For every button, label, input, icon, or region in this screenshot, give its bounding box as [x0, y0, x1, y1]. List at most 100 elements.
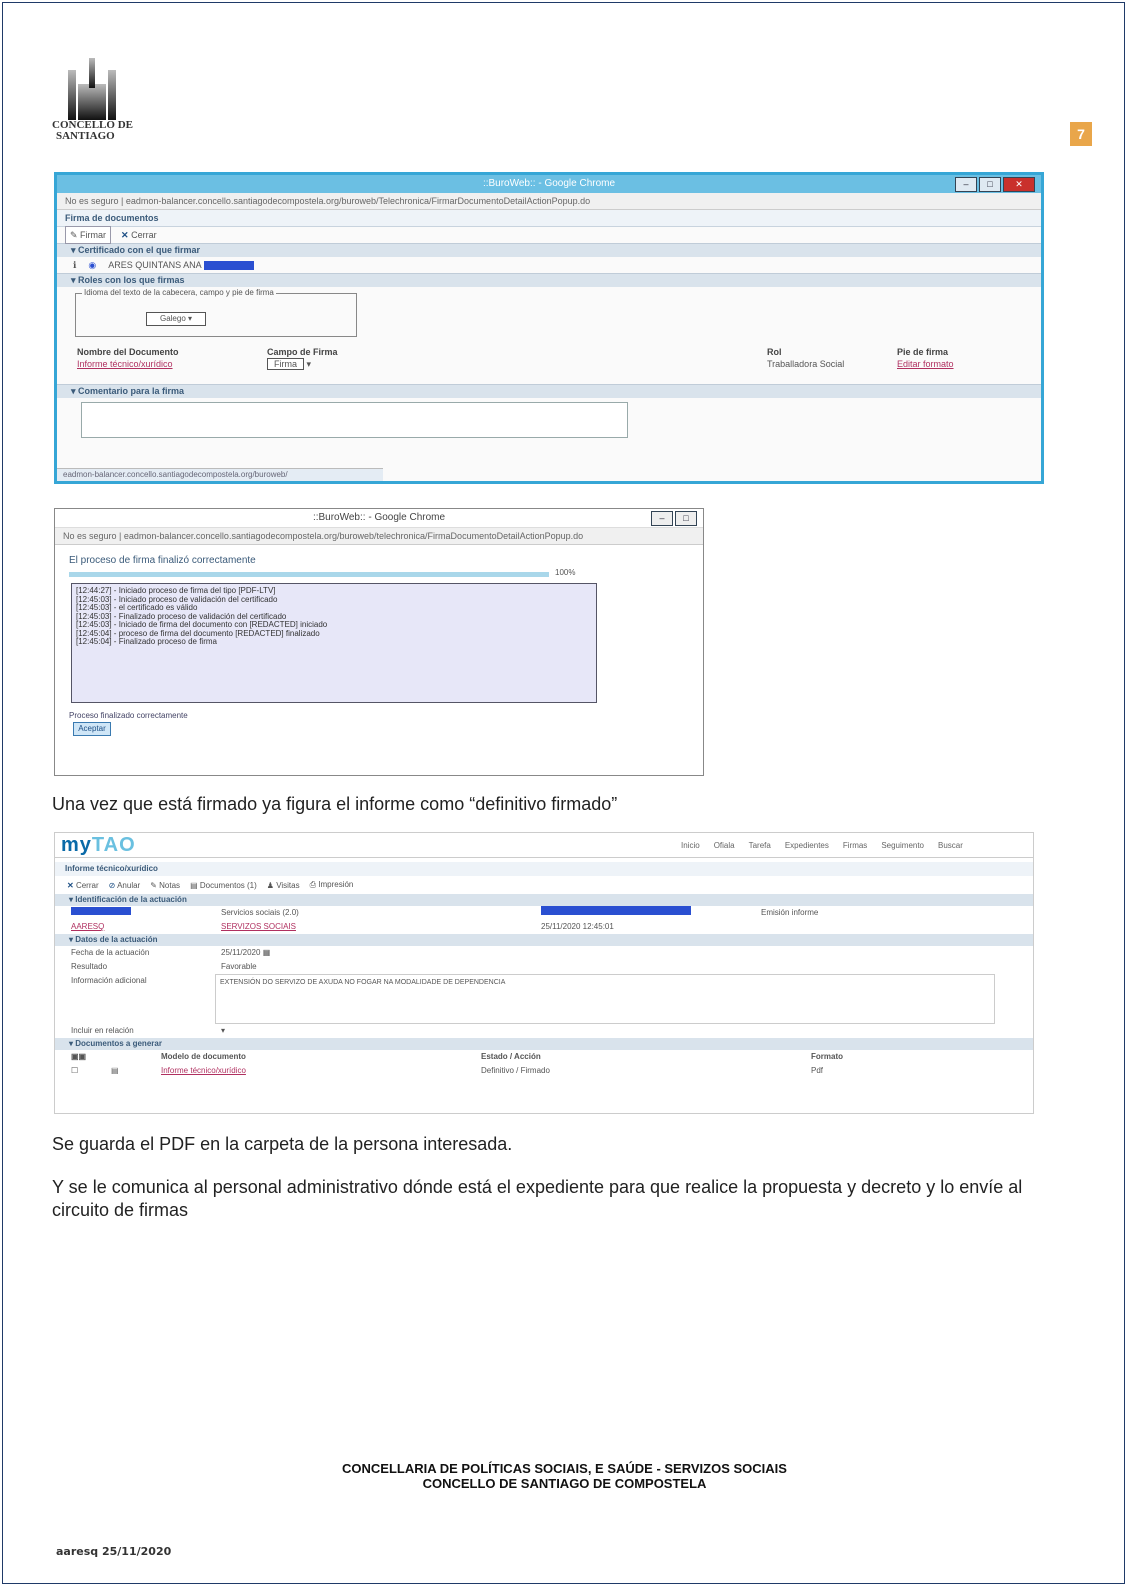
- menu-item[interactable]: Ofiala: [714, 841, 735, 850]
- relation-label: Incluir en relación: [71, 1026, 134, 1035]
- mytao-screenshot: myTAO Inicio Ofiala Tarefa Expedientes F…: [54, 832, 1034, 1114]
- tool-label: Visitas: [276, 880, 300, 890]
- signing-window-screenshot: ::BuroWeb:: - Google Chrome – □ ✕ No es …: [54, 172, 1044, 484]
- select-all-icon[interactable]: ▣▣: [71, 1050, 161, 1064]
- document-icon: ▤: [111, 1066, 119, 1075]
- visits-tool[interactable]: ♟ Visitas: [267, 881, 300, 890]
- menu-item[interactable]: Tarefa: [749, 841, 771, 850]
- signature-field-value: Firma: [267, 358, 304, 370]
- relation-select[interactable]: ▾: [221, 1024, 225, 1038]
- language-select[interactable]: Galego ▾: [146, 312, 206, 326]
- accept-button[interactable]: Aceptar: [73, 722, 111, 736]
- close-button[interactable]: ✕ Cerrar: [121, 227, 157, 243]
- row-checkbox[interactable]: ☐: [71, 1064, 111, 1078]
- redacted-cell: [71, 906, 221, 920]
- signature-field-select[interactable]: Firma ▾: [267, 358, 767, 370]
- certificate-radio[interactable]: ◉: [88, 257, 96, 273]
- section-roles-label: Roles con los que firmas: [78, 275, 185, 285]
- band-label: Identificación de la actuación: [75, 895, 187, 904]
- window-titlebar: ::BuroWeb:: - Google Chrome – □ ✕: [57, 175, 1041, 193]
- col-format: Formato: [811, 1052, 843, 1061]
- band-identification: ▾ Identificación de la actuación: [55, 894, 1033, 906]
- cancel-tool[interactable]: ⊘ Anular: [109, 881, 141, 890]
- log-line: [12:45:04] - Finalizado proceso de firma: [76, 637, 217, 646]
- tool-label: Cerrar: [75, 880, 99, 890]
- redaction-box: [71, 907, 131, 915]
- print-tool[interactable]: ⎙ Impresión: [310, 880, 354, 890]
- record-toolbar: ✕ Cerrar ⊘ Anular ✎ Notas ▤ Documentos (…: [55, 876, 1033, 894]
- calendar-icon[interactable]: ▦: [263, 948, 271, 957]
- field-row-result: Resultado Favorable: [55, 960, 1033, 974]
- dialog-toolbar: ✎ Firmar ✕ Cerrar: [57, 226, 1041, 244]
- table-row: ☐ ▤ Informe técnico/xurídico Definitivo …: [55, 1064, 1033, 1078]
- comment-textarea[interactable]: [81, 402, 628, 438]
- notes-tool[interactable]: ✎ Notas: [150, 881, 180, 890]
- process-ok-text: Proceso finalizado correctamente: [69, 711, 188, 720]
- doc-state: Definitivo / Firmado: [481, 1066, 550, 1075]
- mytao-logo: myTAO: [61, 834, 681, 857]
- user-link[interactable]: AARESQ: [71, 920, 221, 934]
- department-link[interactable]: SERVIZOS SOCIAIS: [221, 920, 541, 934]
- identification-row-2: AARESQ SERVIZOS SOCIAIS 25/11/2020 12:45…: [55, 920, 1033, 934]
- paragraph-signed: Una vez que está firmado ya figura el in…: [52, 794, 618, 814]
- redaction-box: [541, 906, 691, 915]
- document-link[interactable]: Informe técnico/xurídico: [77, 359, 267, 370]
- result-value: Favorable: [221, 962, 257, 971]
- top-menu: Inicio Ofiala Tarefa Expedientes Firmas …: [681, 841, 963, 850]
- menu-item[interactable]: Inicio: [681, 841, 700, 850]
- paragraph-notify-admin: Y se le comunica al personal administrat…: [52, 1177, 1023, 1220]
- info-textarea[interactable]: EXTENSIÓN DO SERVIZO DE AXUDA NO FOGAR N…: [215, 974, 995, 1024]
- col-role: Rol: [767, 347, 782, 357]
- col-signature-field: Campo de Firma: [267, 347, 338, 357]
- mytao-logo-b: TAO: [91, 833, 136, 856]
- close-tool[interactable]: ✕ Cerrar: [67, 881, 99, 890]
- sign-button[interactable]: ✎ Firmar: [65, 226, 112, 244]
- redacted-cell: [541, 906, 761, 920]
- documents-tool[interactable]: ▤ Documentos (1): [190, 881, 257, 890]
- minimize-icon[interactable]: –: [955, 177, 977, 192]
- menu-item[interactable]: Buscar: [938, 841, 963, 850]
- band-label: Datos de la actuación: [75, 935, 158, 944]
- sign-button-label: Firmar: [80, 230, 107, 240]
- doc-format: Pdf: [811, 1066, 824, 1075]
- certificate-row: ℹ ◉ ARES QUINTANS ANA: [57, 257, 1041, 273]
- tool-label: Notas: [159, 880, 181, 890]
- progress-bar: 100%: [69, 568, 575, 577]
- sign-complete-screenshot: ::BuroWeb:: - Google Chrome – □ No es se…: [54, 508, 704, 776]
- users-icon: ♟: [266, 880, 274, 890]
- field-row-date: Fecha de la actuación 25/11/2020 ▦: [55, 946, 1033, 960]
- col-model: Modelo de documento: [161, 1052, 246, 1061]
- paragraph-pdf-saved: Se guarda el PDF en la carpeta de la per…: [52, 1134, 513, 1154]
- window-titlebar-2: ::BuroWeb:: - Google Chrome – □: [55, 509, 703, 528]
- maximize-icon[interactable]: □: [675, 511, 697, 526]
- band-data: ▾ Datos de la actuación: [55, 934, 1033, 946]
- date-value: 25/11/2020: [221, 948, 261, 957]
- close-x-icon: ✕: [121, 230, 129, 240]
- section-comment-label: Comentario para la firma: [78, 386, 185, 396]
- author-date: aaresq 25/11/2020: [56, 1545, 172, 1558]
- close-button-label: Cerrar: [131, 230, 157, 240]
- close-icon[interactable]: ✕: [1003, 177, 1035, 192]
- maximize-icon[interactable]: □: [979, 177, 1001, 192]
- minimize-icon[interactable]: –: [651, 511, 673, 526]
- documents-header-row: ▣▣ Modelo de documento Estado / Acción F…: [55, 1050, 1033, 1064]
- address-bar-2[interactable]: No es seguro | eadmon-balancer.concello.…: [55, 528, 703, 545]
- concello-logo: CONCELLO DE SANTIAGO: [52, 50, 142, 142]
- timestamp: 25/11/2020 12:45:01: [541, 922, 614, 931]
- menu-item[interactable]: Expedientes: [785, 841, 829, 850]
- section-comment: ▾ Comentario para la firma: [57, 384, 1041, 398]
- service-value: Servicios sociais (2.0): [221, 908, 299, 917]
- doc-model-link[interactable]: Informe técnico/xurídico: [161, 1064, 481, 1078]
- record-title: Informe técnico/xurídico: [55, 862, 1033, 876]
- role-value: Traballadora Social: [767, 359, 845, 369]
- col-document-name: Nombre del Documento: [77, 347, 179, 357]
- menu-item[interactable]: Firmas: [843, 841, 867, 850]
- tool-label: Anular: [117, 880, 141, 890]
- address-bar[interactable]: No es seguro | eadmon-balancer.concello.…: [57, 193, 1041, 210]
- date-field[interactable]: 25/11/2020 ▦: [221, 946, 270, 960]
- menu-item[interactable]: Seguimento: [881, 841, 924, 850]
- notes-icon: ✎: [150, 880, 157, 890]
- edit-format-link[interactable]: Editar formato: [897, 359, 1017, 370]
- redaction-box: [203, 260, 254, 270]
- language-fieldset: Idioma del texto de la cabecera, campo y…: [75, 288, 357, 337]
